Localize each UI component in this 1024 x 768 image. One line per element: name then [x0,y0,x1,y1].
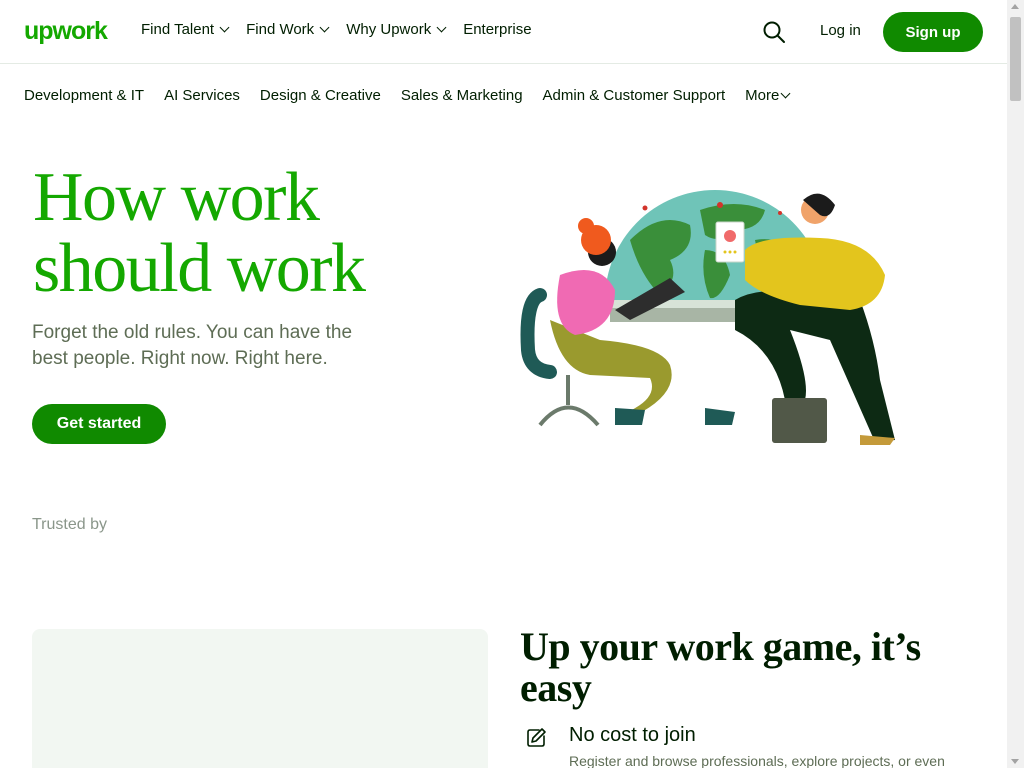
top-header: upwork Find Talent Find Work Why Upwork … [0,0,1007,64]
hero-illustration [520,180,900,450]
chevron-down-icon [436,22,447,33]
nav-find-work[interactable]: Find Work [246,21,330,38]
chevron-down-icon [780,88,791,99]
category-admin-support[interactable]: Admin & Customer Support [543,87,726,104]
category-ai-services[interactable]: AI Services [164,87,240,104]
category-more-label: More [745,87,780,104]
nav-find-work-label: Find Work [246,21,315,38]
hero-subtitle: Forget the old rules. You can have the b… [32,322,353,369]
category-sales-marketing[interactable]: Sales & Marketing [401,87,523,104]
trusted-by-label: Trusted by [32,516,107,533]
feature-title: No cost to join [569,724,696,746]
signup-button[interactable]: Sign up [883,12,983,52]
media-panel [32,629,488,768]
main-nav: Find Talent Find Work Why Upwork Enterpr… [141,21,532,38]
scroll-thumb[interactable] [1010,17,1021,101]
chevron-down-icon [219,22,230,33]
edit-icon [526,726,548,748]
nav-find-talent-label: Find Talent [141,21,215,38]
hero-title: How work should work [33,162,473,304]
scroll-up-arrow-icon[interactable] [1011,4,1019,9]
category-nav: Development & IT AI Services Design & Cr… [24,87,791,104]
upwork-logo[interactable]: upwork [24,17,108,46]
nav-enterprise-label: Enterprise [463,21,532,38]
login-link[interactable]: Log in [820,22,861,39]
category-design-creative[interactable]: Design & Creative [260,87,381,104]
get-started-button[interactable]: Get started [32,404,166,444]
feature-description: Register and browse professionals, explo… [569,753,945,768]
nav-why-upwork-label: Why Upwork [346,21,432,38]
nav-enterprise[interactable]: Enterprise [463,21,531,38]
hero-title-line2: should work [33,230,366,307]
category-development-it[interactable]: Development & IT [24,87,144,104]
nav-why-upwork[interactable]: Why Upwork [346,21,447,38]
nav-find-talent[interactable]: Find Talent [141,21,230,38]
hero-title-line1: How work [33,159,320,236]
section-title: Up your work game, it’s easy [520,624,921,710]
search-icon[interactable] [762,20,786,44]
chevron-down-icon [319,22,330,33]
scroll-down-arrow-icon[interactable] [1011,759,1019,764]
category-more[interactable]: More [745,87,791,104]
page-scrollbar[interactable] [1007,0,1024,768]
